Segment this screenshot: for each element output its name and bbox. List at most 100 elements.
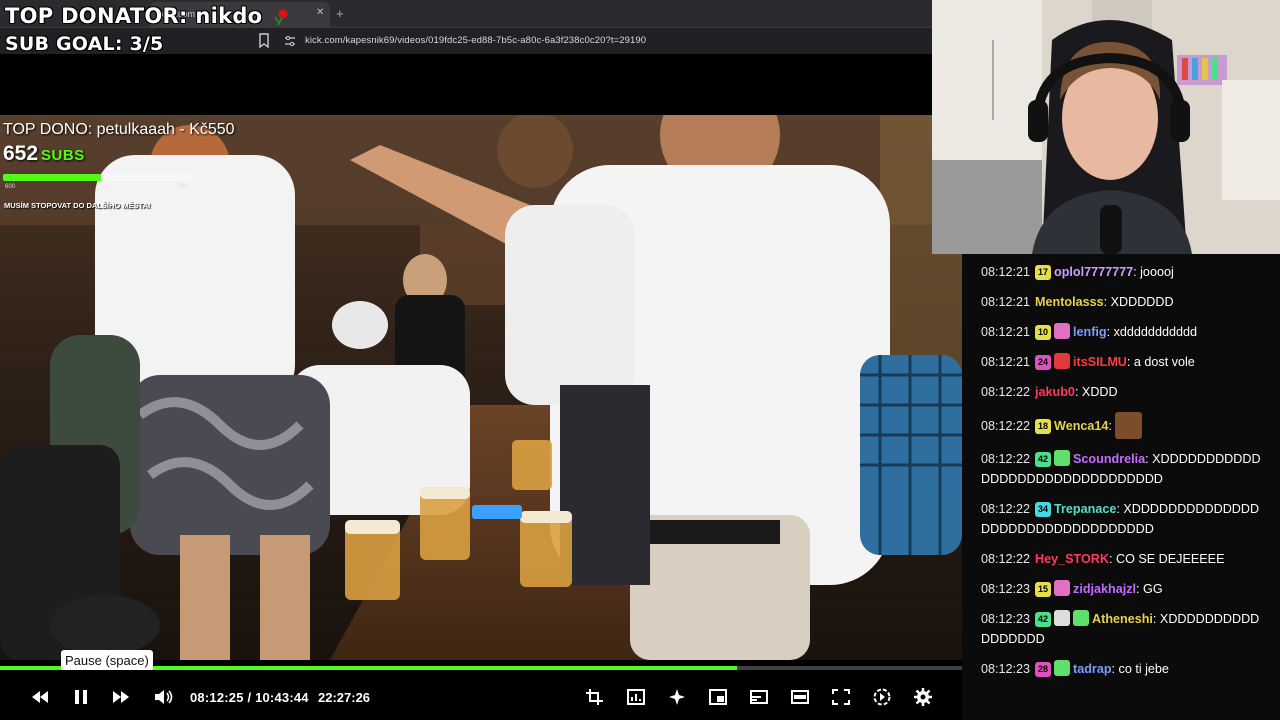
chat-message: 08:12:21 24 itsSILMU: a dost vole bbox=[981, 352, 1280, 372]
fullscreen-icon[interactable] bbox=[831, 688, 851, 706]
sparkle-icon[interactable] bbox=[667, 688, 687, 706]
chat-username[interactable]: oplol7777777 bbox=[1054, 265, 1133, 279]
sub-gift-icon[interactable] bbox=[1054, 323, 1071, 339]
theater-icon[interactable] bbox=[790, 688, 810, 706]
subscriber-badge[interactable]: 34 bbox=[1035, 502, 1052, 517]
chat-username[interactable]: tadrap bbox=[1073, 662, 1112, 676]
chat-username[interactable]: zidjakhajzl bbox=[1073, 582, 1136, 596]
chat-text: : a dost vole bbox=[1126, 355, 1195, 369]
chat-message: 08:12:23 15 zidjakhajzl: GG bbox=[981, 579, 1280, 599]
chat-message: 08:12:22 34 Trepanace: XDDDDDDDDDDDDDDDDDD… bbox=[981, 499, 1280, 539]
rewind-icon[interactable] bbox=[30, 688, 50, 706]
message-timestamp: 08:12:22 bbox=[981, 502, 1031, 516]
pause-icon[interactable] bbox=[71, 688, 91, 706]
subscriber-badge[interactable]: 10 bbox=[1035, 325, 1052, 340]
message-timestamp: 08:12:21 bbox=[981, 295, 1031, 309]
chat-text: : xddddddddddd bbox=[1106, 325, 1197, 339]
wall-clock: 22:27:26 bbox=[318, 690, 371, 705]
chat-message: 08:12:21 Mentolasss: XDDDDDD bbox=[981, 292, 1280, 312]
webcam-feed bbox=[932, 0, 1280, 254]
chat-username[interactable]: itsSILMU bbox=[1073, 355, 1127, 369]
subs-message: MUSÍM STOPOVAT DO DALŠÍHO MĚSTA! bbox=[4, 201, 151, 210]
subs-label: SUBS bbox=[41, 147, 85, 164]
top-donator-text: TOP DONATOR: nikdo bbox=[5, 4, 263, 28]
message-timestamp: 08:12:23 bbox=[981, 662, 1031, 676]
pause-tooltip: Pause (space) bbox=[61, 650, 153, 671]
chat-username[interactable]: Wenca14 bbox=[1054, 419, 1108, 433]
chat-message: 08:12:23 42 Atheneshi: XDDDDDDDDDDDDDDDDD bbox=[981, 609, 1280, 649]
video-frame[interactable] bbox=[0, 115, 962, 660]
subscriber-badge[interactable]: 18 bbox=[1035, 419, 1052, 434]
chat-username[interactable]: Scoundrelia bbox=[1073, 452, 1145, 466]
chat-text: : GG bbox=[1136, 582, 1163, 596]
top-dono-overlay: TOP DONO: petulkaaah - Kč550 bbox=[3, 121, 235, 138]
subscriber-badge[interactable]: 42 bbox=[1035, 452, 1052, 467]
chat-username[interactable]: Hey_STORK bbox=[1035, 552, 1109, 566]
webcam-scene bbox=[932, 0, 1280, 254]
subs-counter: 652 SUBS bbox=[3, 142, 85, 166]
sub-gift-icon[interactable] bbox=[1073, 610, 1090, 626]
subs-number: 652 bbox=[3, 142, 39, 165]
volume-icon[interactable] bbox=[153, 688, 173, 706]
subs-progress-fill bbox=[3, 174, 101, 181]
emote-badge-icon[interactable] bbox=[1054, 610, 1071, 626]
player-controls: 08:12:25 / 10:43:44 22:27:26 bbox=[0, 670, 962, 720]
chat-text: : bbox=[1108, 419, 1112, 433]
chat-message: 08:12:22 Hey_STORK: CO SE DEJEEEEE bbox=[981, 549, 1280, 569]
sub-gift-icon[interactable] bbox=[1054, 660, 1071, 676]
chat-text: : co ti jebe bbox=[1111, 662, 1169, 676]
rose-icon bbox=[275, 9, 288, 26]
stats-icon[interactable] bbox=[626, 688, 646, 706]
chat-username[interactable]: Atheneshi bbox=[1092, 612, 1153, 626]
subscriber-badge[interactable]: 42 bbox=[1035, 612, 1052, 627]
message-timestamp: 08:12:22 bbox=[981, 552, 1031, 566]
message-timestamp: 08:12:23 bbox=[981, 582, 1031, 596]
chat-text: : jooooj bbox=[1133, 265, 1174, 279]
subs-min-label: 600 bbox=[5, 184, 16, 190]
subscriber-badge[interactable]: 17 bbox=[1035, 265, 1052, 280]
subs-progress-bar bbox=[3, 174, 191, 181]
settings-icon[interactable] bbox=[913, 688, 933, 706]
bookmark-icon[interactable] bbox=[258, 33, 270, 48]
chat-text: : XDDD bbox=[1074, 385, 1118, 399]
fast-forward-icon[interactable] bbox=[111, 688, 131, 706]
time-display: 08:12:25 / 10:43:44 bbox=[190, 690, 309, 705]
message-timestamp: 08:12:22 bbox=[981, 385, 1031, 399]
chat-username[interactable]: Mentolasss bbox=[1035, 295, 1104, 309]
subscriber-badge[interactable]: 15 bbox=[1035, 582, 1052, 597]
subs-max-label: 700 bbox=[177, 184, 188, 190]
crop-icon[interactable] bbox=[585, 688, 605, 706]
chat-message: 08:12:23 28 tadrap: co ti jebe bbox=[981, 659, 1280, 679]
chat-message: 08:12:21 10 lenfig: xddddddddddd bbox=[981, 322, 1280, 342]
url-text[interactable]: kick.com/kapesnik69/videos/019fdc25-ed88… bbox=[305, 35, 646, 46]
chat-username[interactable]: lenfig bbox=[1073, 325, 1107, 339]
subscriber-badge[interactable]: 24 bbox=[1035, 355, 1052, 370]
video-scene bbox=[0, 115, 962, 660]
message-timestamp: 08:12:22 bbox=[981, 452, 1031, 466]
miniplayer-icon[interactable] bbox=[708, 688, 728, 706]
message-timestamp: 08:12:22 bbox=[981, 419, 1031, 433]
message-timestamp: 08:12:21 bbox=[981, 265, 1031, 279]
chat-username[interactable]: Trepanace bbox=[1054, 502, 1116, 516]
chat-text: : CO SE DEJEEEEE bbox=[1109, 552, 1225, 566]
subscriber-badge[interactable]: 28 bbox=[1035, 662, 1052, 677]
chat-message: 08:12:21 17 oplol7777777: jooooj bbox=[981, 262, 1280, 282]
face-emote bbox=[1114, 412, 1142, 439]
crown-icon[interactable] bbox=[1054, 353, 1071, 369]
chat-message: 08:12:22 jakub0: XDDD bbox=[981, 382, 1280, 402]
chat-username[interactable]: jakub0 bbox=[1035, 385, 1075, 399]
sub-gift-icon[interactable] bbox=[1054, 580, 1071, 596]
chat-text: : XDDDDDD bbox=[1103, 295, 1174, 309]
chat-panel[interactable]: 08:12:21 17 oplol7777777: jooooj 08:12:21 Me… bbox=[962, 254, 1280, 720]
site-settings-icon[interactable] bbox=[284, 35, 296, 47]
cast-icon[interactable] bbox=[749, 688, 769, 706]
stream-viewer: { "browser": { "tab_title": "kick.com", … bbox=[0, 0, 1280, 720]
message-timestamp: 08:12:23 bbox=[981, 612, 1031, 626]
new-tab-icon[interactable]: + bbox=[336, 6, 344, 21]
sub-gift-icon[interactable] bbox=[1054, 450, 1071, 466]
top-donator-overlay: TOP DONATOR: nikdo bbox=[5, 4, 290, 28]
speed-icon[interactable] bbox=[872, 688, 892, 706]
close-tab-icon[interactable]: ✕ bbox=[316, 7, 324, 18]
chat-message: 08:12:22 42 Scoundrelia: XDDDDDDDDDDDDDDDD… bbox=[981, 449, 1280, 489]
message-timestamp: 08:12:21 bbox=[981, 355, 1031, 369]
